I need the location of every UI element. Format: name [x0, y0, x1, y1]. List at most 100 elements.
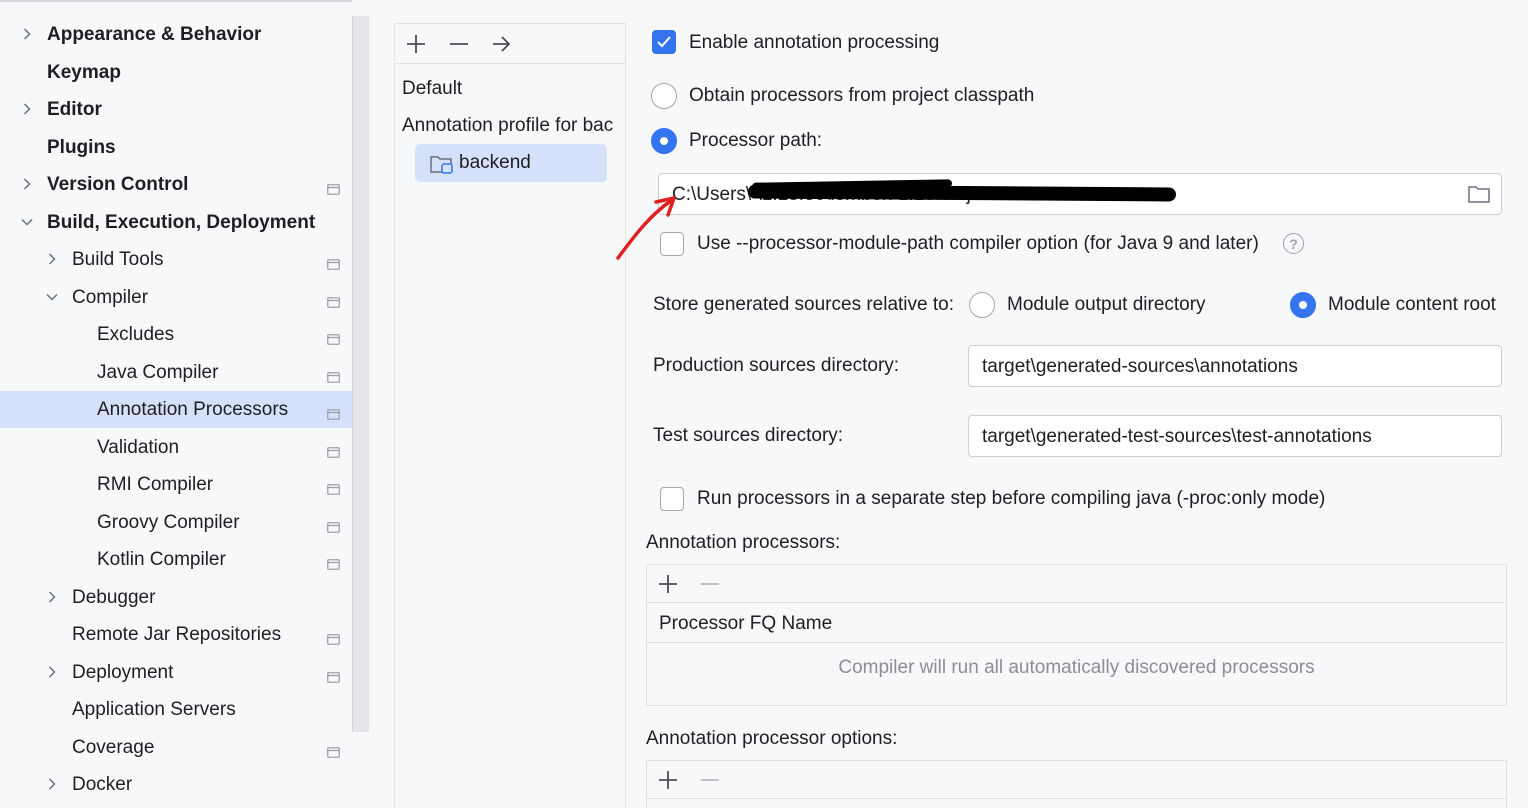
project-scope-icon [327, 554, 340, 570]
tree-item-appearance-behavior[interactable]: Appearance & Behavior [0, 16, 368, 53]
tree-item-label: Plugins [47, 136, 116, 158]
options-toolbar [647, 761, 1506, 799]
tree-item-build-execution-deployment[interactable]: Build, Execution, Deployment [0, 204, 368, 241]
project-scope-icon [327, 517, 340, 533]
project-scope-icon [327, 179, 340, 195]
tree-item-annotation-processors[interactable]: Annotation Processors [0, 391, 368, 428]
tree-item-label: Application Servers [72, 698, 236, 720]
tree-item-excludes[interactable]: Excludes [0, 316, 368, 353]
add-option-icon[interactable] [655, 768, 681, 792]
tree-item-keymap[interactable]: Keymap [0, 54, 368, 91]
profile-module-backend[interactable]: backend [415, 144, 607, 182]
processor-path-label: Processor path: [689, 130, 823, 151]
project-scope-icon [327, 292, 340, 308]
tree-item-groovy-compiler[interactable]: Groovy Compiler [0, 504, 368, 541]
processors-empty-text: Compiler will run all automatically disc… [838, 657, 1315, 678]
browse-folder-icon[interactable] [1467, 184, 1491, 204]
chevron-down-icon[interactable] [45, 290, 59, 304]
run-separate-label: Run processors in a separate step before… [697, 488, 1326, 509]
tree-item-label: Kotlin Compiler [97, 548, 226, 570]
tree-scrollbar[interactable] [352, 16, 369, 732]
tree-item-deployment[interactable]: Deployment [0, 654, 368, 691]
project-scope-icon [327, 742, 340, 758]
tree-item-label: Debugger [72, 586, 156, 608]
tree-item-plugins[interactable]: Plugins [0, 129, 368, 166]
tree-item-label: Deployment [72, 661, 174, 683]
help-icon[interactable]: ? [1283, 233, 1304, 254]
tree-item-editor[interactable]: Editor [0, 91, 368, 128]
arrow-right-icon[interactable] [488, 32, 514, 56]
chevron-right-icon[interactable] [45, 590, 59, 604]
tree-item-coverage[interactable]: Coverage [0, 729, 368, 766]
test-dir-value: target\generated-test-sources\test-annot… [982, 426, 1372, 447]
enable-annotation-checkbox[interactable] [652, 30, 676, 54]
profiles-panel: Default Annotation profile for bac backe… [394, 23, 626, 808]
test-dir-label: Test sources directory: [653, 425, 844, 446]
obtain-classpath-radio[interactable] [651, 83, 677, 109]
profile-backend[interactable]: Annotation profile for bac [402, 115, 613, 137]
tree-item-rmi-compiler[interactable]: RMI Compiler [0, 466, 368, 503]
add-icon[interactable] [403, 32, 429, 56]
tree-item-label: Docker [72, 773, 133, 795]
add-processor-icon[interactable] [655, 572, 681, 596]
project-scope-icon [327, 442, 340, 458]
project-scope-icon [327, 404, 340, 420]
project-scope-icon [327, 629, 340, 645]
module-label: backend [459, 152, 531, 173]
tree-item-kotlin-compiler[interactable]: Kotlin Compiler [0, 541, 368, 578]
module-path-checkbox[interactable] [660, 232, 684, 256]
tree-item-docker[interactable]: Docker [0, 766, 368, 803]
tree-item-version-control[interactable]: Version Control [0, 166, 368, 203]
tree-item-label: Validation [97, 436, 180, 458]
module-content-radio[interactable] [1290, 292, 1316, 318]
options-title: Annotation processor options: [646, 728, 898, 749]
chevron-right-icon[interactable] [45, 665, 59, 679]
tree-item-label: Compiler [72, 286, 149, 308]
chevron-right-icon[interactable] [20, 177, 34, 191]
tree-item-label: Java Compiler [97, 361, 219, 383]
project-scope-icon [327, 254, 340, 270]
processors-table: Processor FQ Name Compiler will run all … [646, 564, 1507, 706]
chevron-down-icon[interactable] [20, 215, 34, 229]
processors-toolbar [647, 565, 1506, 603]
settings-tree: Appearance & Behavior Keymap Editor Plugins… [0, 0, 368, 808]
profile-default[interactable]: Default [402, 78, 462, 100]
module-output-radio[interactable] [969, 292, 995, 318]
module-content-label: Module content root [1328, 294, 1496, 315]
chevron-right-icon[interactable] [20, 27, 34, 41]
chevron-right-icon[interactable] [45, 252, 59, 266]
tree-item-build-tools[interactable]: Build Tools [0, 241, 368, 278]
project-scope-icon [327, 329, 340, 345]
tree-item-remote-jar-repositories[interactable]: Remote Jar Repositories [0, 616, 368, 653]
minus-icon[interactable] [446, 32, 472, 56]
module-folder-icon [430, 156, 453, 174]
profiles-toolbar [395, 24, 625, 64]
test-dir-input[interactable]: target\generated-test-sources\test-annot… [968, 415, 1502, 457]
remove-option-icon[interactable] [697, 768, 723, 792]
tree-item-label: Appearance & Behavior [47, 23, 262, 45]
run-separate-checkbox[interactable] [660, 487, 684, 511]
processor-path-radio[interactable] [651, 128, 677, 154]
enable-annotation-label: Enable annotation processing [689, 32, 940, 53]
tree-item-label: Remote Jar Repositories [72, 623, 282, 645]
tree-item-label: RMI Compiler [97, 473, 214, 495]
production-dir-value: target\generated-sources\annotations [982, 356, 1298, 377]
tree-item-debugger[interactable]: Debugger [0, 579, 368, 616]
obtain-classpath-label: Obtain processors from project classpath [689, 85, 1035, 106]
tree-item-compiler[interactable]: Compiler [0, 279, 368, 316]
chevron-right-icon[interactable] [20, 102, 34, 116]
module-output-label: Module output directory [1007, 294, 1206, 315]
tree-item-application-servers[interactable]: Application Servers [0, 691, 368, 728]
production-dir-input[interactable]: target\generated-sources\annotations [968, 345, 1502, 387]
tree-item-label: Version Control [47, 173, 189, 195]
project-scope-icon [327, 479, 340, 495]
processors-header[interactable]: Processor FQ Name [647, 603, 1506, 643]
module-path-label: Use --processor-module-path compiler opt… [697, 233, 1259, 254]
store-relative-label: Store generated sources relative to: [653, 294, 955, 315]
processors-title: Annotation processors: [646, 532, 841, 553]
tree-item-label: Coverage [72, 736, 155, 758]
tree-item-validation[interactable]: Validation [0, 429, 368, 466]
remove-processor-icon[interactable] [697, 572, 723, 596]
chevron-right-icon[interactable] [45, 777, 59, 791]
tree-item-java-compiler[interactable]: Java Compiler [0, 354, 368, 391]
